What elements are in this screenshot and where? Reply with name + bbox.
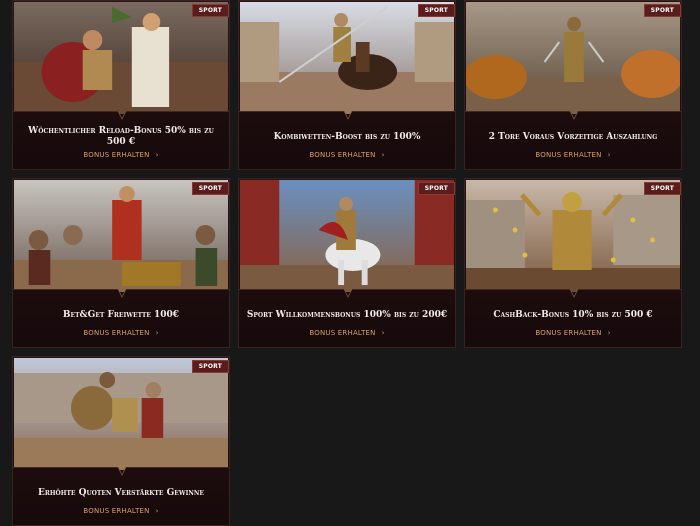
promo-card-bet-get[interactable]: SPORT Bet&Get Freiwette 100€ BONUS ERHAL…	[12, 178, 230, 348]
promo-image-treasure[interactable]	[14, 180, 228, 292]
claim-bonus-link[interactable]: BONUS ERHALTEN ›	[13, 507, 229, 515]
promo-title: Kombiwetten-Boost bis zu 100%	[273, 132, 421, 142]
promo-card-reload[interactable]: SPORT Wöchentlicher Reload-Bonus 50% bis…	[12, 0, 230, 170]
sport-tag: SPORT	[191, 4, 229, 17]
promo-image-white-horse[interactable]	[240, 180, 454, 292]
chevron-right-icon: ›	[155, 507, 159, 515]
promo-title: CashBack-Bonus 10% bis zu 500 €	[493, 310, 653, 320]
cta-label: BONUS ERHALTEN	[83, 151, 150, 159]
promo-title: Sport Willkommensbonus 100% bis zu 200€	[246, 310, 448, 320]
claim-bonus-link[interactable]: BONUS ERHALTEN ›	[13, 151, 229, 159]
promo-image-duel[interactable]	[14, 358, 228, 470]
sport-tag: SPORT	[191, 182, 229, 195]
chevron-right-icon: ›	[155, 151, 159, 159]
cta-label: BONUS ERHALTEN	[83, 507, 150, 515]
cta-label: BONUS ERHALTEN	[535, 151, 602, 159]
promo-image-coins[interactable]	[466, 180, 680, 292]
claim-bonus-link[interactable]: BONUS ERHALTEN ›	[465, 329, 681, 337]
card-divider	[239, 111, 455, 121]
promo-image-tigers[interactable]	[466, 2, 680, 114]
card-divider	[239, 289, 455, 299]
card-divider	[465, 289, 681, 299]
sport-tag: SPORT	[417, 182, 455, 195]
promo-card-welcome[interactable]: SPORT Sport Willkommensbonus 100% bis zu…	[238, 178, 456, 348]
promotions-grid: SPORT Wöchentlicher Reload-Bonus 50% bis…	[12, 0, 684, 526]
sport-tag: SPORT	[417, 4, 455, 17]
chevron-right-icon: ›	[607, 151, 611, 159]
card-divider	[13, 467, 229, 477]
cta-label: BONUS ERHALTEN	[309, 151, 376, 159]
promo-title: 2 Tore Voraus Vorzeitige Auszahlung	[488, 132, 658, 142]
promo-card-cashback[interactable]: SPORT CashBack-Bonus 10% bis zu 500 € BO…	[464, 178, 682, 348]
card-divider	[465, 111, 681, 121]
sport-tag: SPORT	[643, 182, 681, 195]
chevron-right-icon: ›	[607, 329, 611, 337]
claim-bonus-link[interactable]: BONUS ERHALTEN ›	[465, 151, 681, 159]
promo-card-two-goals[interactable]: SPORT 2 Tore Voraus Vorzeitige Auszahlun…	[464, 0, 682, 170]
promo-title: Bet&Get Freiwette 100€	[62, 310, 180, 320]
promo-card-boosted-odds[interactable]: SPORT Erhöhte Quoten Verstärkte Gewinne …	[12, 356, 230, 526]
chevron-right-icon: ›	[155, 329, 159, 337]
promo-image-horse-rider[interactable]	[240, 2, 454, 114]
promo-title: Erhöhte Quoten Verstärkte Gewinne	[38, 488, 204, 498]
cta-label: BONUS ERHALTEN	[83, 329, 150, 337]
card-divider	[13, 289, 229, 299]
promo-card-combo-boost[interactable]: SPORT Kombiwetten-Boost bis zu 100% BONU…	[238, 0, 456, 170]
promo-image-coronation[interactable]	[14, 2, 228, 114]
claim-bonus-link[interactable]: BONUS ERHALTEN ›	[239, 329, 455, 337]
cta-label: BONUS ERHALTEN	[309, 329, 376, 337]
chevron-right-icon: ›	[381, 329, 385, 337]
claim-bonus-link[interactable]: BONUS ERHALTEN ›	[13, 329, 229, 337]
cta-label: BONUS ERHALTEN	[535, 329, 602, 337]
promo-title: Wöchentlicher Reload-Bonus 50% bis zu 50…	[28, 126, 214, 147]
sport-tag: SPORT	[191, 360, 229, 373]
claim-bonus-link[interactable]: BONUS ERHALTEN ›	[239, 151, 455, 159]
card-divider	[13, 111, 229, 121]
sport-tag: SPORT	[643, 4, 681, 17]
chevron-right-icon: ›	[381, 151, 385, 159]
